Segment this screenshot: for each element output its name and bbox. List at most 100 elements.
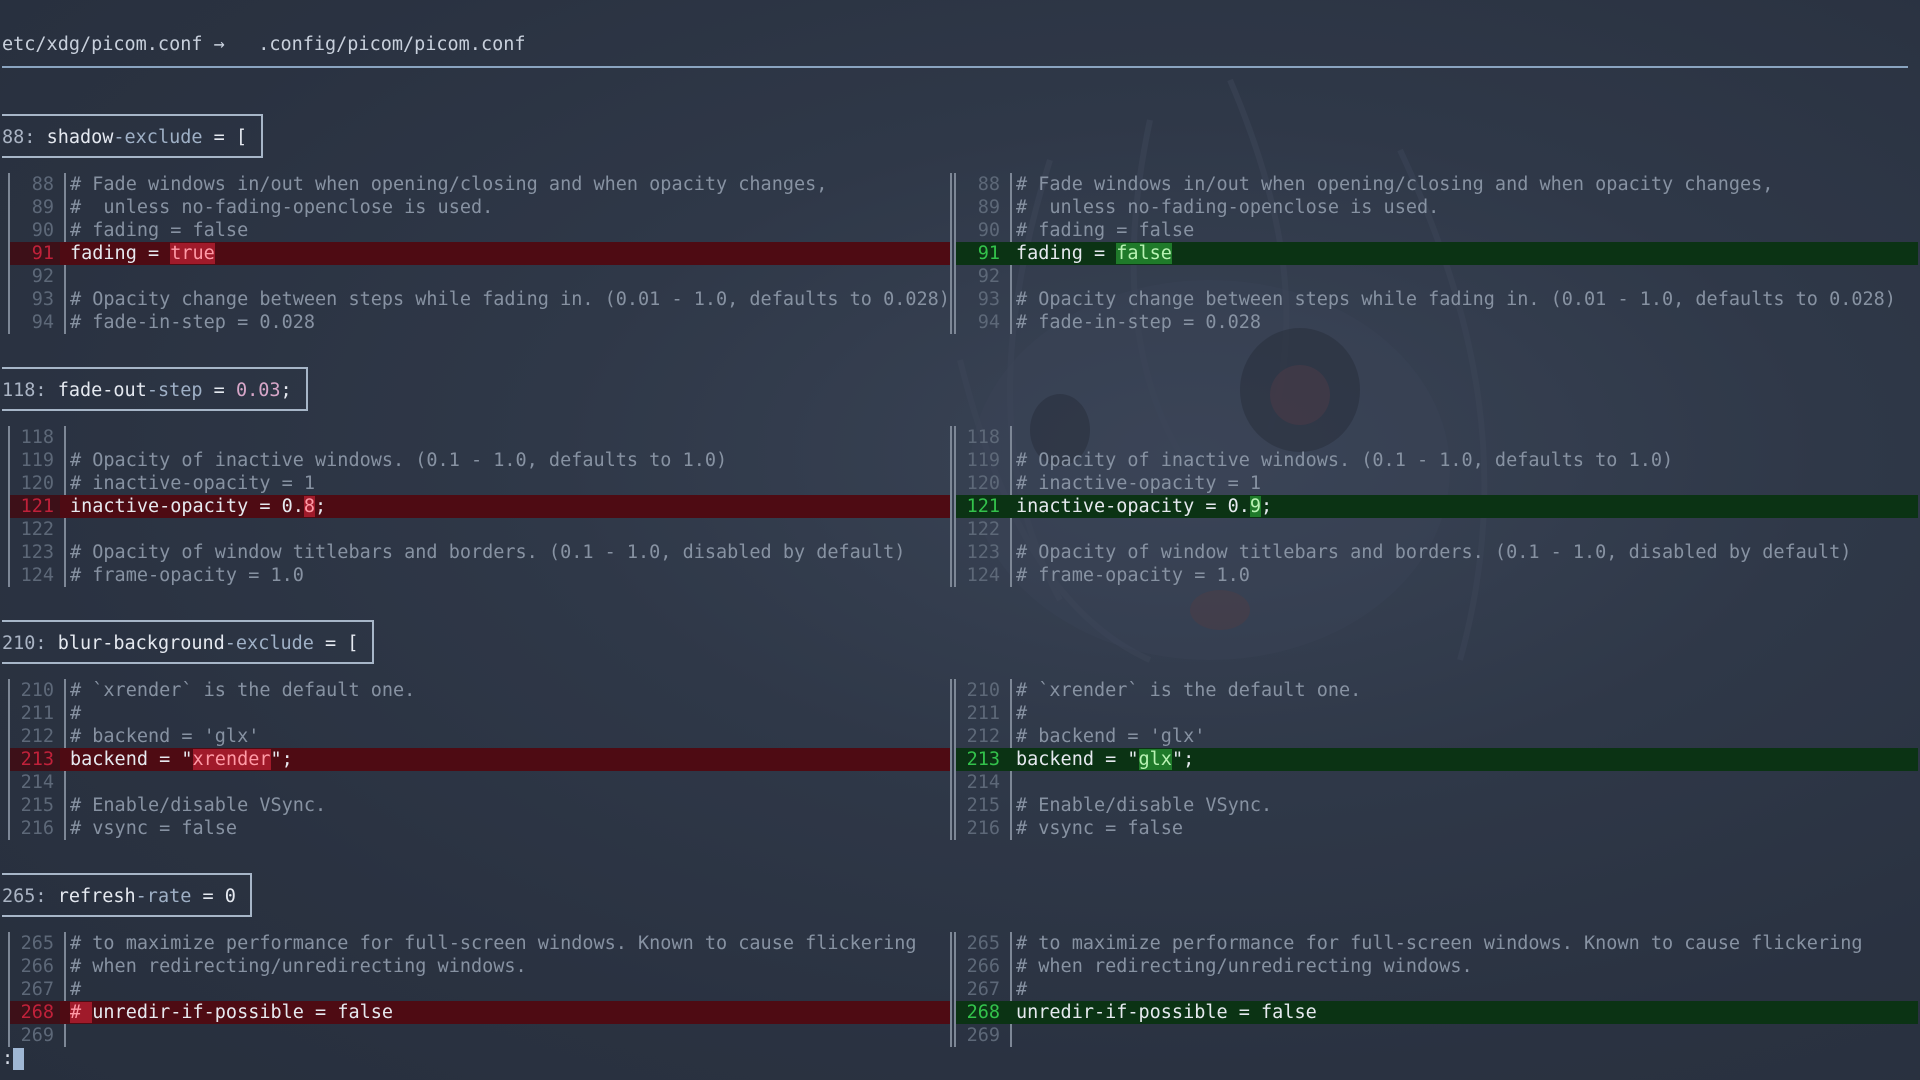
context-line: 90 # fading = false [956,219,1918,242]
context-line: 266 # when redirecting/unredirecting wind… [10,955,950,978]
command-line[interactable]: : [2,1046,25,1072]
removed-token: true [170,243,215,264]
context-line: 123 # Opacity of window titlebars and bor… [10,541,950,564]
line-code: fading = false [1016,242,1172,265]
line-code: # inactive-opacity = 1 [70,473,316,494]
line-number: 91 [956,242,1006,265]
added-token: false [1116,243,1172,264]
line-code: # Opacity change between steps while fad… [70,289,950,310]
diff-header: etc/xdg/picom.conf → .config/picom/picom… [2,34,526,55]
context-line: 94 # fade-in-step = 0.028 [956,311,1918,334]
code-text: inactive-opacity = 0. [1016,496,1250,517]
line-code: # `xrender` is the default one. [1016,680,1362,701]
line-code: # to maximize performance for full-scree… [70,933,917,954]
context-line: 211 # [956,702,1918,725]
context-line: 93 # Opacity change between steps while f… [956,288,1918,311]
line-number: 269 [20,1025,54,1046]
hunk-header[interactable]: 88: shadow-exclude = [ [2,114,264,158]
line-number: 267 [20,979,54,1000]
context-line: 266 # when redirecting/unredirecting wind… [956,955,1918,978]
removed-token: 8 [303,496,316,517]
header-divider [2,66,1908,68]
line-code: # unredir-if-possible = false [70,1001,393,1024]
line-number: 119 [966,450,1000,471]
line-number: 118 [20,427,54,448]
context-line: 265 # to maximize performance for full-sc… [956,932,1918,955]
hunk-line-number: 118: [2,380,58,401]
line-number: 210 [20,680,54,701]
right-file-path: .config/picom/picom.conf [258,34,526,55]
line-code: # when redirecting/unredirecting windows… [70,956,527,977]
context-line: 118 [956,426,1918,449]
line-code: # Opacity change between steps while fad… [1016,289,1896,310]
hunk-context-token: blur-background [57,633,225,654]
context-line: 94 # fade-in-step = 0.028 [10,311,950,334]
command-prompt: : [2,1048,14,1069]
line-number: 89 [31,197,54,218]
context-line: 215 # Enable/disable VSync. [956,794,1918,817]
hunk-header[interactable]: 118: fade-out-step = 0.03; [2,367,308,411]
context-line: 212 # backend = 'glx' [10,725,950,748]
line-number: 215 [966,795,1000,816]
context-line: 92 [10,265,950,288]
line-number: 123 [966,542,1000,563]
line-number: 90 [31,220,54,241]
line-number: 213 [956,748,1006,771]
context-line: 124 # frame-opacity = 1.0 [956,564,1918,587]
old-file-pane: 88 # Fade windows in/out when opening/clo… [8,173,952,334]
line-number: 211 [966,703,1000,724]
line-number: 89 [977,197,1000,218]
line-number: 92 [977,266,1000,287]
code-text: inactive-opacity = 0. [70,496,304,517]
code-text: "; [270,749,293,770]
code-text: backend = " [1016,749,1139,770]
context-line: 214 [956,771,1918,794]
hunk-context-token: = [202,380,236,401]
line-number: 124 [966,565,1000,586]
line-number: 123 [20,542,54,563]
line-number: 94 [977,312,1000,333]
context-line: 269 [956,1024,1918,1047]
line-number: 122 [20,519,54,540]
context-line: 265 # to maximize performance for full-sc… [10,932,950,955]
hunk-context-token: refresh [57,886,136,907]
line-number: 93 [31,289,54,310]
line-code: # fade-in-step = 0.028 [70,312,316,333]
context-line: 90 # fading = false [10,219,950,242]
line-number: 93 [977,289,1000,310]
context-line: 269 [10,1024,950,1047]
hunk-header[interactable]: 210: blur-background-exclude = [ [2,620,375,664]
line-code: # backend = 'glx' [70,726,260,747]
hunk-context-token: ; [280,380,292,401]
line-number: 216 [20,818,54,839]
line-code: # unless no-fading-openclose is used. [70,197,494,218]
context-line: 118 [10,426,950,449]
context-line: 216 # vsync = false [10,817,950,840]
context-line: 210 # `xrender` is the default one. [956,679,1918,702]
line-code: # [1016,979,1028,1000]
line-number: 120 [20,473,54,494]
line-number: 212 [20,726,54,747]
hunk-context-token: shadow [46,127,114,148]
context-line: 215 # Enable/disable VSync. [10,794,950,817]
added-line: 91 fading = false [956,242,1918,265]
line-code: # fading = false [1016,220,1195,241]
context-line: 119 # Opacity of inactive windows. (0.1 -… [10,449,950,472]
line-number: 121 [10,495,60,518]
context-line: 216 # vsync = false [956,817,1918,840]
line-number: 122 [966,519,1000,540]
added-line: 121 inactive-opacity = 0.9; [956,495,1918,518]
line-code: # fading = false [70,220,249,241]
deleted-line: 268 # unredir-if-possible = false [10,1001,950,1024]
hunk-header[interactable]: 265: refresh-rate = 0 [2,873,252,917]
line-code: # vsync = false [1016,818,1184,839]
hunk-context-token: -rate [135,886,192,907]
line-code: # unless no-fading-openclose is used. [1016,197,1440,218]
line-code: # Opacity of inactive windows. (0.1 - 1.… [70,450,728,471]
line-number: 265 [20,933,54,954]
line-code: backend = "xrender"; [70,748,293,771]
text-cursor [13,1048,25,1070]
context-line: 120 # inactive-opacity = 1 [10,472,950,495]
arrow-icon: → [213,34,225,55]
context-line: 214 [10,771,950,794]
